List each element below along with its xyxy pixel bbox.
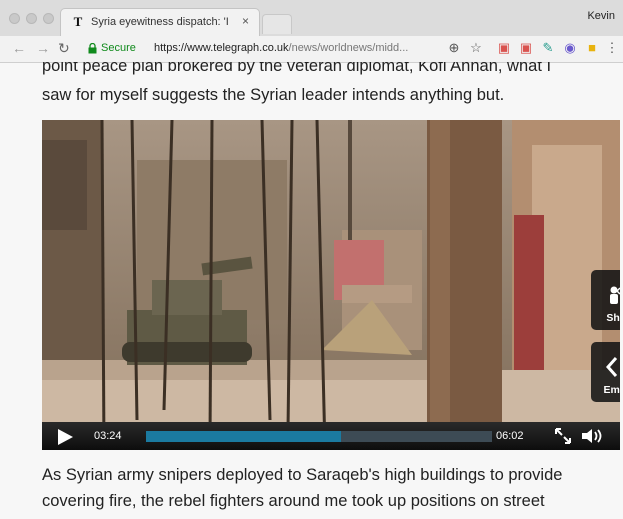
tab-bar: T Syria eyewitness dispatch: 'I w... × K… [0, 0, 623, 36]
play-icon[interactable] [58, 429, 73, 445]
lock-icon [88, 43, 97, 54]
tab-close-icon[interactable]: × [242, 14, 249, 28]
new-tab-button[interactable] [262, 14, 292, 34]
video-player[interactable]: Share Embed [42, 120, 620, 450]
progress-fill [146, 431, 342, 442]
zoom-icon[interactable]: ⊕ [446, 40, 462, 56]
current-time: 03:24 [94, 430, 122, 442]
volume-icon[interactable] [580, 427, 606, 445]
back-arrow-icon[interactable]: ← [12, 40, 26, 56]
article-paragraph-line: covering fire, the rebel fighters around… [42, 492, 545, 510]
maximize-window-icon[interactable] [43, 13, 54, 24]
star-icon[interactable]: ☆ [468, 40, 484, 56]
secure-label: Secure [101, 42, 136, 54]
url-text: https://www.telegraph.co.uk/news/worldne… [154, 42, 409, 54]
reload-icon[interactable]: ↻ [58, 40, 70, 57]
fullscreen-icon[interactable] [554, 427, 572, 445]
video-frame [42, 120, 620, 450]
address-bar[interactable]: Secure https://www.telegraph.co.uk/news/… [78, 39, 470, 59]
browser-tab[interactable]: T Syria eyewitness dispatch: 'I w... × [60, 8, 260, 36]
telegraph-favicon-icon: T [73, 14, 83, 29]
forward-arrow-icon[interactable]: → [36, 40, 50, 56]
total-time: 06:02 [496, 430, 524, 442]
extension-icon[interactable]: ■ [584, 40, 600, 56]
extension-icon[interactable]: ▣ [518, 40, 534, 56]
extension-icon[interactable]: ✎ [540, 40, 556, 56]
minimize-window-icon[interactable] [26, 13, 37, 24]
extension-icon[interactable]: ◉ [562, 40, 578, 56]
share-label: Share [606, 312, 620, 324]
video-controls: 03:24 06:02 [42, 422, 620, 450]
progress-bar[interactable] [146, 431, 492, 442]
profile-name[interactable]: Kevin [587, 10, 615, 22]
close-window-icon[interactable] [9, 13, 20, 24]
share-button[interactable]: Share [591, 270, 620, 330]
browser-chrome: T Syria eyewitness dispatch: 'I w... × K… [0, 0, 623, 63]
embed-label: Embed [603, 384, 620, 396]
share-icon [610, 286, 620, 304]
embed-button[interactable]: Embed [591, 342, 620, 402]
extension-icon[interactable]: ▣ [496, 40, 512, 56]
article-paragraph-line: As Syrian army snipers deployed to Saraq… [42, 466, 563, 484]
tab-title: Syria eyewitness dispatch: 'I w... [91, 16, 231, 28]
article-paragraph-line: saw for myself suggests the Syrian leade… [42, 86, 505, 104]
embed-code-icon [606, 357, 618, 377]
menu-icon[interactable]: ⋮ [604, 40, 620, 56]
